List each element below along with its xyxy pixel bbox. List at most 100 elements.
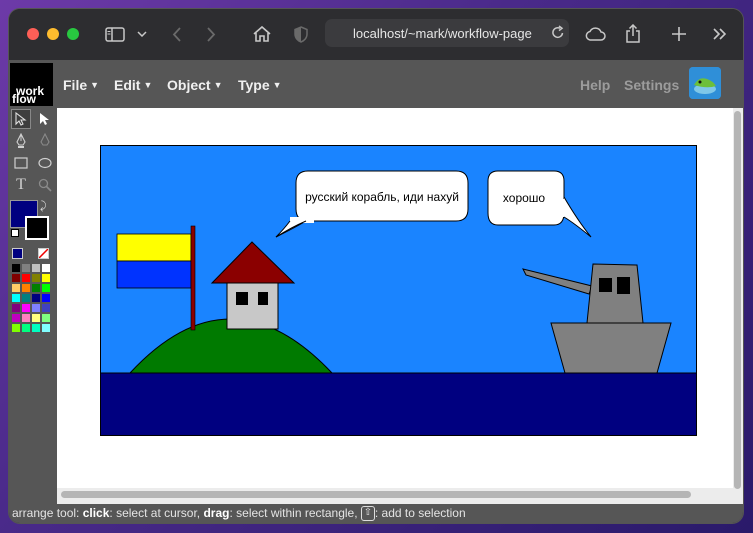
new-tab-icon[interactable]	[671, 21, 687, 47]
sidebar-icon[interactable]	[104, 21, 126, 47]
logo-text-flow: flow	[12, 92, 36, 106]
text-tool-icon[interactable]: T	[12, 176, 30, 194]
status-click-key: click	[82, 506, 110, 520]
rectangle-tool-icon[interactable]	[12, 154, 30, 172]
status-click-desc: : select at cursor,	[109, 506, 204, 520]
canvas-area[interactable]: русский корабль, иди нахуй хорошо	[57, 108, 733, 504]
url-text[interactable]: localhost/~mark/workflow-page	[353, 26, 539, 41]
palette-swatch[interactable]	[32, 304, 40, 312]
palette-swatch[interactable]	[22, 324, 30, 332]
cloud-icon[interactable]	[583, 21, 607, 47]
swap-colors-icon[interactable]: ⤸	[40, 200, 47, 213]
flag-top	[116, 233, 192, 262]
ship-tower	[586, 263, 644, 324]
no-color-swatch[interactable]	[38, 248, 49, 259]
sea	[100, 372, 697, 436]
ship-window-right	[617, 277, 630, 294]
browser-toolbar: localhost/~mark/workflow-page	[9, 9, 743, 60]
palette-swatch[interactable]	[22, 304, 30, 312]
palette-swatch[interactable]	[12, 284, 20, 292]
house-window-left	[236, 292, 248, 305]
palette-swatch[interactable]	[42, 324, 50, 332]
caret-down-icon: ▼	[143, 80, 153, 90]
shield-icon[interactable]	[293, 21, 309, 47]
caret-down-icon: ▼	[90, 80, 100, 90]
pen-tool-icon[interactable]	[12, 132, 30, 150]
palette-swatch[interactable]	[12, 264, 20, 272]
palette-swatch[interactable]	[32, 264, 40, 272]
palette-swatch[interactable]	[42, 284, 50, 292]
palette-swatch[interactable]	[42, 274, 50, 282]
stroke-color-swatch[interactable]	[25, 216, 49, 240]
help-link[interactable]: Help	[580, 77, 610, 93]
palette-swatch[interactable]	[32, 294, 40, 302]
toolbox: T ⤸	[9, 108, 57, 504]
menu-object-label: Object	[167, 77, 211, 93]
house-window-right	[258, 292, 268, 305]
pencil-tool-icon[interactable]	[36, 132, 54, 150]
palette-swatch[interactable]	[12, 304, 20, 312]
status-prefix: arrange tool:	[12, 506, 83, 520]
palette-swatch[interactable]	[42, 314, 50, 322]
user-avatar[interactable]	[689, 67, 721, 99]
home-icon[interactable]	[251, 21, 273, 47]
vertical-scroll-thumb[interactable]	[734, 111, 741, 489]
arrange-tool-icon[interactable]	[11, 109, 31, 129]
no-fill-swatch[interactable]	[12, 248, 23, 259]
browser-window: localhost/~mark/workflow-page work flow …	[9, 9, 743, 523]
drawing[interactable]: русский корабль, иди нахуй хорошо	[100, 145, 697, 436]
palette-swatch[interactable]	[42, 264, 50, 272]
menu-object[interactable]: Object ▼	[167, 77, 223, 93]
palette-swatch[interactable]	[32, 274, 40, 282]
chevron-down-icon[interactable]	[136, 21, 148, 47]
ellipse-tool-icon[interactable]	[36, 154, 54, 172]
back-icon[interactable]	[169, 21, 183, 47]
caret-down-icon: ▼	[213, 80, 223, 90]
flagpole	[190, 225, 196, 331]
share-icon[interactable]	[624, 21, 642, 47]
palette-swatch[interactable]	[22, 294, 30, 302]
address-bar[interactable]: localhost/~mark/workflow-page	[325, 19, 569, 47]
horizontal-scroll-thumb[interactable]	[61, 491, 691, 498]
flag-bottom	[116, 260, 192, 289]
menu-file-label: File	[63, 77, 88, 93]
shift-key-icon: ⇧	[360, 506, 375, 522]
house-wall	[226, 282, 279, 330]
caret-down-icon: ▼	[272, 80, 282, 90]
ship-window-left	[599, 278, 612, 292]
app-menubar: work flow File ▼ Edit ▼ Object ▼ Type ▼ Help…	[9, 60, 743, 108]
palette-swatch[interactable]	[22, 264, 30, 272]
status-bar: arrange tool: click: select at cursor, d…	[9, 504, 743, 523]
palette-swatch[interactable]	[32, 324, 40, 332]
zoom-tool-icon[interactable]	[36, 176, 54, 194]
speech-bubble-left-text: русский корабль, иди нахуй	[305, 190, 459, 204]
forward-icon[interactable]	[204, 21, 218, 47]
tab-overview-icon[interactable]	[712, 21, 728, 47]
minimize-window-button[interactable]	[47, 28, 59, 40]
reload-icon[interactable]	[551, 25, 565, 45]
palette-swatch[interactable]	[22, 314, 30, 322]
palette-swatch[interactable]	[12, 274, 20, 282]
default-colors-icon[interactable]	[11, 229, 19, 237]
menu-type[interactable]: Type ▼	[238, 77, 282, 93]
menu-file[interactable]: File ▼	[63, 77, 99, 93]
settings-link[interactable]: Settings	[624, 77, 679, 93]
menu-edit[interactable]: Edit ▼	[114, 77, 152, 93]
select-tool-icon[interactable]	[36, 110, 54, 128]
palette-swatch[interactable]	[32, 314, 40, 322]
status-drag-key: drag	[203, 506, 230, 520]
menu-type-label: Type	[238, 77, 270, 93]
palette-swatch[interactable]	[12, 324, 20, 332]
palette-swatch[interactable]	[32, 284, 40, 292]
ship-hull	[550, 322, 672, 374]
close-window-button[interactable]	[27, 28, 39, 40]
status-shift-desc: : add to selection	[374, 506, 466, 520]
palette-swatch[interactable]	[42, 304, 50, 312]
palette-swatch[interactable]	[22, 274, 30, 282]
palette-swatch[interactable]	[22, 284, 30, 292]
zoom-window-button[interactable]	[67, 28, 79, 40]
palette-swatch[interactable]	[12, 314, 20, 322]
palette-swatch[interactable]	[42, 294, 50, 302]
palette-swatch[interactable]	[12, 294, 20, 302]
menu-edit-label: Edit	[114, 77, 141, 93]
